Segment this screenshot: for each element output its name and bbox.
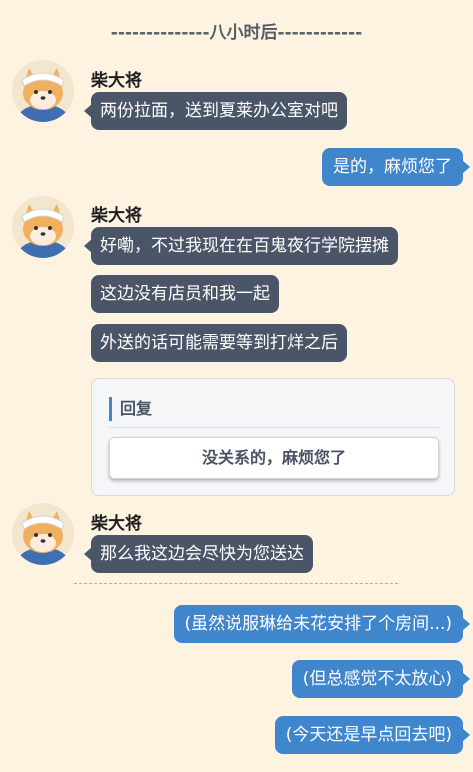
message-text: (虽然说服琳给未花安排了个房间...) — [184, 614, 452, 634]
avatar — [12, 196, 74, 258]
shiba-avatar-icon — [12, 196, 74, 258]
avatar — [12, 60, 74, 122]
message-text: 外送的话可能需要等到打烊之后 — [100, 333, 338, 353]
npc-message: 外送的话可能需要等到打烊之后 — [91, 324, 347, 362]
message-text: (但总感觉不太放心) — [302, 669, 452, 689]
reply-option-button[interactable]: 没关系的，麻烦您了 — [109, 437, 439, 479]
character-name: 柴大将 — [91, 206, 142, 226]
player-message: 是的，麻烦您了 — [322, 148, 470, 186]
time-divider: --------------八小时后------------ — [110, 23, 363, 43]
avatar — [12, 503, 74, 565]
message-text: 那么我这边会尽快为您送达 — [100, 544, 304, 564]
message-text: 两份拉面，送到夏莱办公室对吧 — [100, 101, 338, 121]
message-text: 这边没有店员和我一起 — [100, 284, 270, 304]
message-text: (今天还是早点回去吧) — [285, 725, 452, 745]
message-text: 是的，麻烦您了 — [333, 157, 452, 177]
shiba-avatar-icon — [12, 60, 74, 122]
player-message: (虽然说服琳给未花安排了个房间...) — [173, 605, 471, 643]
npc-message: 那么我这边会尽快为您送达 — [84, 535, 313, 573]
character-name: 柴大将 — [91, 71, 142, 91]
divider-line — [74, 583, 398, 584]
npc-message: 这边没有店员和我一起 — [91, 275, 279, 313]
reply-label: 回复 — [109, 397, 152, 421]
npc-message: 好嘞，不过我现在在百鬼夜行学院摆摊 — [84, 227, 398, 265]
player-message: (但总感觉不太放心) — [291, 660, 471, 698]
npc-message: 两份拉面，送到夏莱办公室对吧 — [84, 92, 347, 130]
player-message: (今天还是早点回去吧) — [274, 716, 471, 754]
character-name: 柴大将 — [91, 514, 142, 534]
reply-panel: 回复 没关系的，麻烦您了 — [91, 378, 455, 496]
shiba-avatar-icon — [12, 503, 74, 565]
message-text: 好嘞，不过我现在在百鬼夜行学院摆摊 — [100, 236, 389, 256]
reply-divider — [109, 427, 439, 428]
